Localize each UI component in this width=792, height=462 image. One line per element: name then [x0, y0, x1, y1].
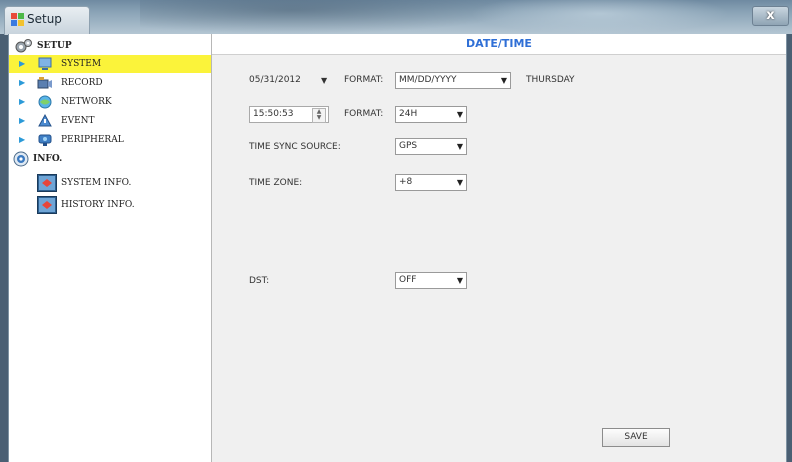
time-zone-label: TIME ZONE: — [249, 178, 303, 188]
sidebar-item-history-info[interactable]: HISTORY INFO. — [9, 194, 211, 216]
chevron-down-icon: ▼ — [456, 110, 463, 119]
expand-arrow-icon[interactable]: ▶ — [19, 55, 25, 73]
sidebar-item-record[interactable]: ▶ RECORD — [9, 74, 211, 92]
record-icon — [37, 77, 52, 89]
history-info-icon — [37, 196, 57, 214]
sidebar-item-label: PERIPHERAL — [61, 135, 124, 145]
date-dropdown-icon: ▼ — [321, 76, 328, 85]
expand-arrow-icon[interactable]: ▶ — [19, 112, 25, 130]
spin-arrows-icon[interactable]: ▲ ▼ — [312, 108, 326, 123]
tree-root-info[interactable]: INFO. — [9, 150, 211, 168]
title-bar[interactable]: Setup x — [0, 0, 792, 35]
sidebar-item-label: NETWORK — [61, 97, 112, 107]
dst-label: DST: — [249, 276, 270, 286]
main-panel: DATE/TIME 05/31/2012 ▼ FORMAT: MM/DD/YYY… — [212, 34, 786, 462]
time-sync-value: GPS — [399, 141, 418, 151]
sidebar-item-label: HISTORY INFO. — [61, 200, 135, 210]
info-icon — [13, 151, 29, 167]
sidebar-item-label: SYSTEM INFO. — [61, 178, 132, 188]
date-value: 05/31/2012 — [249, 75, 301, 85]
window-title: Setup — [27, 12, 62, 26]
chevron-down-icon: ▼ — [456, 178, 463, 187]
time-value: 15:50:53 — [253, 109, 294, 119]
expand-arrow-icon[interactable]: ▶ — [19, 74, 25, 92]
setup-gear-icon — [15, 39, 32, 53]
sidebar-item-peripheral[interactable]: ▶ PERIPHERAL — [9, 131, 211, 149]
sidebar-item-system[interactable]: ▶ SYSTEM — [9, 55, 211, 73]
client-area: SETUP ▶ SYSTEM ▶ RECORD ▶ NETWORK ▶ EVEN… — [8, 34, 787, 462]
time-zone-value: +8 — [399, 177, 413, 187]
sidebar: SETUP ▶ SYSTEM ▶ RECORD ▶ NETWORK ▶ EVEN… — [9, 34, 212, 462]
sidebar-item-label: EVENT — [61, 116, 95, 126]
chevron-down-icon: ▼ — [500, 76, 507, 85]
time-zone-select[interactable]: +8 ▼ — [395, 174, 467, 191]
close-button[interactable]: x — [752, 6, 789, 26]
setup-label: SETUP — [37, 41, 72, 51]
window-tab[interactable]: Setup — [4, 6, 90, 35]
tree-root-setup[interactable]: SETUP — [9, 37, 211, 55]
time-spinner[interactable]: 15:50:53 ▲ ▼ — [249, 106, 329, 123]
sidebar-item-label: SYSTEM — [61, 59, 102, 69]
setup-window: Setup x SETUP ▶ SYSTEM ▶ RECORD ▶ NETWOR… — [0, 0, 792, 462]
save-button[interactable]: SAVE — [602, 428, 670, 447]
system-icon — [38, 57, 52, 70]
time-format-label: FORMAT: — [344, 109, 384, 119]
time-sync-select[interactable]: GPS ▼ — [395, 138, 467, 155]
time-sync-label: TIME SYNC SOURCE: — [249, 142, 341, 152]
sidebar-item-network[interactable]: ▶ NETWORK — [9, 93, 211, 111]
time-format-value: 24H — [399, 109, 418, 119]
chevron-down-icon: ▼ — [456, 276, 463, 285]
page-title: DATE/TIME — [212, 34, 786, 55]
peripheral-icon — [38, 134, 52, 146]
sidebar-item-event[interactable]: ▶ EVENT — [9, 112, 211, 130]
info-label: INFO. — [33, 154, 63, 164]
chevron-down-icon: ▼ — [456, 142, 463, 151]
date-picker[interactable]: 05/31/2012 ▼ — [249, 72, 333, 89]
date-format-select[interactable]: MM/DD/YYYY ▼ — [395, 72, 511, 89]
date-format-label: FORMAT: — [344, 75, 384, 85]
sidebar-item-system-info[interactable]: SYSTEM INFO. — [9, 172, 211, 194]
time-format-select[interactable]: 24H ▼ — [395, 106, 467, 123]
expand-arrow-icon[interactable]: ▶ — [19, 93, 25, 111]
dst-select[interactable]: OFF ▼ — [395, 272, 467, 289]
system-info-icon — [37, 174, 57, 192]
app-icon — [11, 13, 24, 26]
date-format-value: MM/DD/YYYY — [399, 75, 457, 85]
close-icon: x — [766, 8, 775, 23]
network-icon — [38, 95, 52, 109]
event-icon — [38, 113, 52, 127]
sidebar-item-label: RECORD — [61, 78, 103, 88]
weekday-text: THURSDAY — [526, 75, 575, 85]
dst-value: OFF — [399, 275, 417, 285]
expand-arrow-icon[interactable]: ▶ — [19, 131, 25, 149]
